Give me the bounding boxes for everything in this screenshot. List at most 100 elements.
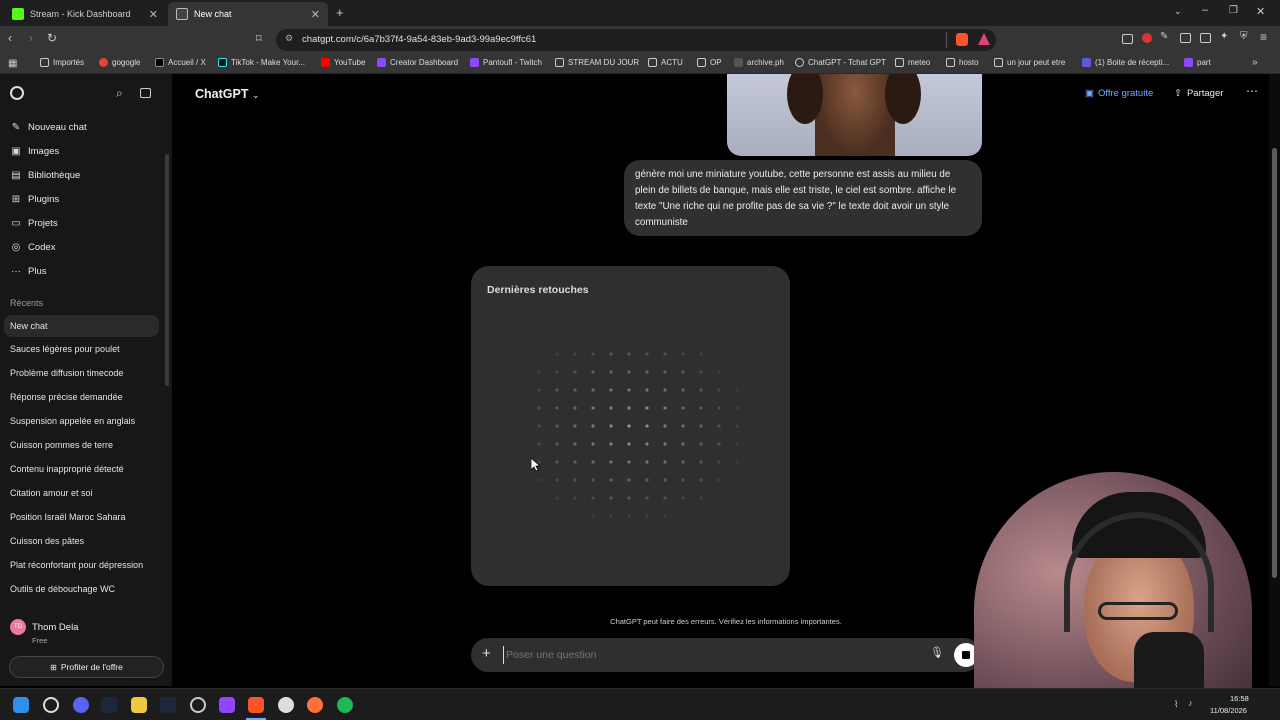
minimize-icon[interactable]: – xyxy=(1202,4,1208,16)
file-explorer-icon[interactable] xyxy=(131,697,147,713)
recent-chat-item[interactable]: Cuisson pommes de terre xyxy=(10,440,113,450)
user-name[interactable]: Thom Dela xyxy=(32,622,78,633)
reload-icon[interactable]: ↻ xyxy=(47,31,57,45)
menu-icon[interactable]: ≡ xyxy=(1260,30,1267,44)
upgrade-button[interactable]: ⊞ Profiter de l'offre xyxy=(9,656,164,678)
close-tab-icon[interactable]: ✕ xyxy=(311,8,320,21)
apps-grid-icon[interactable]: ▦ xyxy=(8,58,17,69)
extensions-icon[interactable]: ✎ xyxy=(1160,31,1168,42)
microphone-icon[interactable]: 🎙 xyxy=(930,646,944,659)
more-options-icon[interactable]: ⋯ xyxy=(1246,84,1258,98)
bookmark-label: un jour peut etre xyxy=(1007,58,1066,67)
address-bar[interactable]: ⚙ chatgpt.com/c/6a7b37f4-9a54-83eb-9ad3-… xyxy=(276,29,996,51)
recording-extension-icon[interactable] xyxy=(1142,33,1152,43)
chrome-icon[interactable] xyxy=(278,697,294,713)
sidebar-item-nouveau-chat[interactable]: ✎ Nouveau chat xyxy=(10,122,87,133)
tab-kick-dashboard[interactable]: Stream - Kick Dashboard ✕ xyxy=(4,2,166,26)
wallet-icon[interactable] xyxy=(1200,33,1211,43)
back-icon[interactable]: ‹ xyxy=(8,31,12,45)
bookmark-op[interactable]: OP xyxy=(697,58,722,67)
bookmark-meteo[interactable]: meteo xyxy=(895,58,930,67)
add-attachment-icon[interactable]: + xyxy=(482,645,491,662)
close-window-icon[interactable]: ✕ xyxy=(1256,5,1265,18)
recent-chat-item[interactable]: Contenu inapproprié détecté xyxy=(10,464,124,474)
forward-icon[interactable]: › xyxy=(29,31,33,45)
firefox-icon[interactable] xyxy=(307,697,323,713)
bookmark-un-jour[interactable]: un jour peut etre xyxy=(994,58,1065,67)
bookmark-creator-dashboard[interactable]: Creator Dashboard xyxy=(377,58,458,67)
steam-icon[interactable] xyxy=(160,697,176,713)
recent-chat-item[interactable]: New chat xyxy=(4,315,159,337)
restore-icon[interactable]: ❐ xyxy=(1229,5,1238,16)
bookmark-tiktok[interactable]: TikTok - Make Your... xyxy=(218,58,305,67)
bookmark-actu[interactable]: ACTU xyxy=(648,58,683,67)
discord-icon[interactable] xyxy=(73,697,89,713)
leo-ai-icon[interactable]: ✦ xyxy=(1220,31,1228,42)
close-tab-icon[interactable]: ✕ xyxy=(149,8,158,21)
sidebar-item-plus[interactable]: ··· Plus xyxy=(10,266,46,277)
spotify-icon[interactable] xyxy=(337,697,353,713)
share-button[interactable]: ⇧ Partager xyxy=(1174,88,1223,99)
bookmark-hosto[interactable]: hosto xyxy=(946,58,979,67)
bookmark-icon[interactable]: ⌑ xyxy=(256,32,262,45)
model-selector[interactable]: ChatGPT ⌄ xyxy=(195,87,260,101)
sidebar-item-codex[interactable]: ◎ Codex xyxy=(10,242,56,253)
tab-search-icon[interactable]: ⌄ xyxy=(1174,6,1182,17)
sidebar-toggle-icon[interactable] xyxy=(1180,33,1191,43)
recent-chat-item[interactable]: Réponse précise demandée xyxy=(10,392,123,402)
scrollbar-thumb[interactable] xyxy=(1272,148,1277,578)
more-bookmarks-icon[interactable]: » xyxy=(1252,57,1258,68)
brave-rewards-icon[interactable] xyxy=(978,33,990,45)
recent-chat-item[interactable]: Plat réconfortant pour dépression xyxy=(10,560,143,570)
steam-icon[interactable] xyxy=(101,697,117,713)
bookmark-archive[interactable]: archive.ph xyxy=(734,58,784,67)
extension-icon[interactable] xyxy=(1122,34,1133,44)
plugins-icon: ⊞ xyxy=(11,194,21,205)
recent-chat-item[interactable]: Problème diffusion timecode xyxy=(10,368,123,378)
recent-chat-item[interactable]: Citation amour et soi xyxy=(10,488,93,498)
loading-dot xyxy=(699,496,703,500)
brave-icon[interactable] xyxy=(248,697,264,713)
bookmark-pantoufl[interactable]: Pantoufl - Twitch xyxy=(470,58,542,67)
avatar[interactable]: TD xyxy=(10,619,26,635)
vpn-shield-icon[interactable]: ⛨ xyxy=(1240,31,1248,42)
brave-shields-icon[interactable] xyxy=(956,33,968,46)
bookmark-importes[interactable]: Importés xyxy=(40,58,84,67)
clock-time[interactable]: 16:58 xyxy=(1230,694,1249,703)
prompt-input[interactable] xyxy=(503,646,883,664)
bookmark-x[interactable]: Accueil / X xyxy=(155,58,206,67)
openai-logo-icon[interactable] xyxy=(10,86,24,100)
clock-date[interactable]: 11/08/2026 xyxy=(1210,706,1247,715)
new-tab-icon[interactable]: + xyxy=(336,5,344,20)
recent-chat-item[interactable]: Position Israël Maroc Sahara xyxy=(10,512,126,522)
recent-chat-item[interactable]: Outils de débouchage WC xyxy=(10,584,115,594)
sidebar-toggle-icon[interactable] xyxy=(140,88,151,98)
recent-chat-item[interactable]: Sauces légères pour poulet xyxy=(10,344,120,354)
obs-icon[interactable] xyxy=(190,697,206,713)
bookmark-inbox[interactable]: (1) Boite de récepti... xyxy=(1082,58,1169,67)
previous-image[interactable] xyxy=(727,74,982,156)
bookmark-chatgpt[interactable]: ChatGPT - Tchat GPT xyxy=(795,58,886,67)
twitch-app-icon[interactable] xyxy=(219,697,235,713)
main-scrollbar[interactable] xyxy=(1269,74,1280,686)
loading-dot xyxy=(699,370,703,374)
sidebar-item-projets[interactable]: ▭ Projets xyxy=(10,218,57,229)
free-offer-button[interactable]: ▣ Offre gratuite xyxy=(1085,88,1153,99)
bookmark-stream-du-jour[interactable]: STREAM DU JOUR xyxy=(555,58,639,67)
network-icon[interactable]: ⌇ xyxy=(1174,699,1178,710)
sidebar-item-plugins[interactable]: ⊞ Plugins xyxy=(10,194,59,205)
site-info-icon[interactable]: ⚙ xyxy=(285,33,293,44)
sidebar-item-images[interactable]: ▣ Images xyxy=(10,146,59,157)
bookmark-part[interactable]: part xyxy=(1184,58,1211,67)
tab-new-chat[interactable]: New chat ✕ xyxy=(168,2,328,26)
sidebar-item-bibliotheque[interactable]: ▤ Bibliothèque xyxy=(10,170,80,181)
volume-icon[interactable]: ♪ xyxy=(1188,698,1193,708)
sidebar-scrollbar[interactable] xyxy=(165,154,169,386)
bookmark-gogogle[interactable]: gogogle xyxy=(99,58,140,67)
bookmark-youtube[interactable]: YouTube xyxy=(321,58,365,67)
windows-start-icon[interactable] xyxy=(13,697,29,713)
search-icon[interactable] xyxy=(43,697,59,713)
search-icon[interactable]: ⌕ xyxy=(116,86,123,101)
recent-chat-item[interactable]: Cuisson des pâtes xyxy=(10,536,84,546)
recent-chat-item[interactable]: Suspension appelée en anglais xyxy=(10,416,135,426)
